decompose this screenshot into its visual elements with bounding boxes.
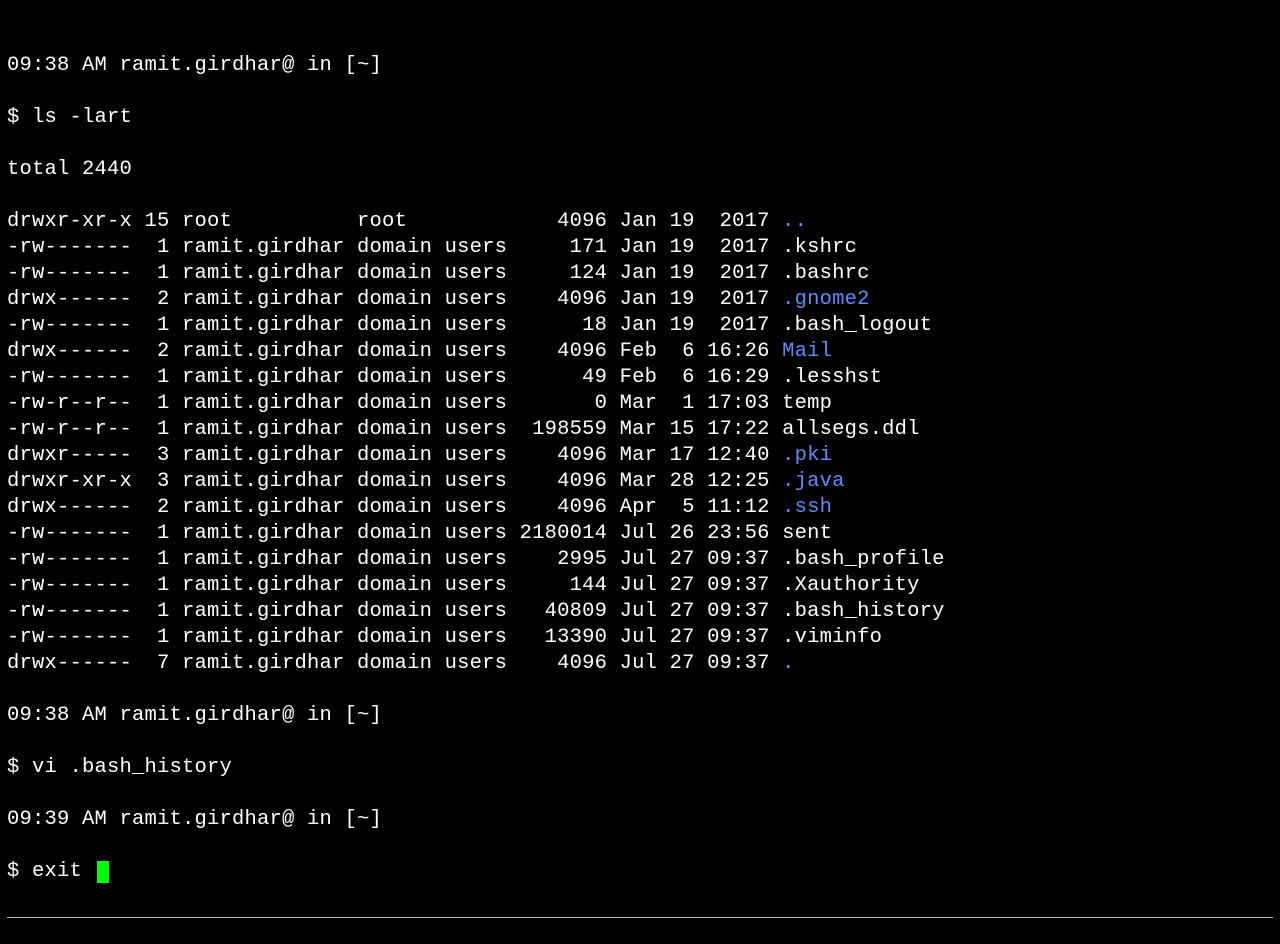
file-row: drwxr-xr-x 3 ramit.girdhar domain users … bbox=[7, 469, 1273, 495]
cursor bbox=[97, 861, 109, 883]
file-row: -rw------- 1 ramit.girdhar domain users … bbox=[7, 235, 1273, 261]
directory-name: .pki bbox=[782, 444, 832, 467]
file-name: .Xauthority bbox=[782, 574, 920, 597]
file-row: -rw------- 1 ramit.girdhar domain users … bbox=[7, 573, 1273, 599]
file-name: .lesshst bbox=[782, 366, 882, 389]
directory-name: .ssh bbox=[782, 496, 832, 519]
file-name: .kshrc bbox=[782, 236, 857, 259]
file-row: -rw------- 1 ramit.girdhar domain users … bbox=[7, 261, 1273, 287]
file-name: .bash_profile bbox=[782, 548, 945, 571]
file-listing: drwxr-xr-x 15 root root 4096 Jan 19 2017… bbox=[7, 209, 1273, 677]
file-row: drwx------ 7 ramit.girdhar domain users … bbox=[7, 651, 1273, 677]
file-row: -rw------- 1 ramit.girdhar domain users … bbox=[7, 625, 1273, 651]
divider bbox=[7, 917, 1273, 918]
file-row: -rw------- 1 ramit.girdhar domain users … bbox=[7, 313, 1273, 339]
file-name: .bash_logout bbox=[782, 314, 932, 337]
command-line: $ exit bbox=[7, 859, 1273, 885]
file-row: -rw-r--r-- 1 ramit.girdhar domain users … bbox=[7, 417, 1273, 443]
file-name: temp bbox=[782, 392, 832, 415]
command-line: $ vi .bash_history bbox=[7, 755, 1273, 781]
file-row: drwx------ 2 ramit.girdhar domain users … bbox=[7, 287, 1273, 313]
file-row: -rw------- 1 ramit.girdhar domain users … bbox=[7, 365, 1273, 391]
file-row: -rw------- 1 ramit.girdhar domain users … bbox=[7, 521, 1273, 547]
directory-name: . bbox=[782, 652, 795, 675]
file-row: drwxr----- 3 ramit.girdhar domain users … bbox=[7, 443, 1273, 469]
prompt-line: 09:39 AM ramit.girdhar@ in [~] bbox=[7, 807, 1273, 833]
file-name: .bashrc bbox=[782, 262, 870, 285]
file-name: sent bbox=[782, 522, 832, 545]
command-line: $ ls -lart bbox=[7, 105, 1273, 131]
file-row: drwxr-xr-x 15 root root 4096 Jan 19 2017… bbox=[7, 209, 1273, 235]
file-row: drwx------ 2 ramit.girdhar domain users … bbox=[7, 495, 1273, 521]
file-name: .bash_history bbox=[782, 600, 945, 623]
prompt-line: 09:38 AM ramit.girdhar@ in [~] bbox=[7, 703, 1273, 729]
directory-name: Mail bbox=[782, 340, 832, 363]
file-name: .viminfo bbox=[782, 626, 882, 649]
file-name: allsegs.ddl bbox=[782, 418, 920, 441]
prompt-line: 09:38 AM ramit.girdhar@ in [~] bbox=[7, 53, 1273, 79]
terminal[interactable]: 09:38 AM ramit.girdhar@ in [~] $ ls -lar… bbox=[0, 0, 1280, 944]
directory-name: .. bbox=[782, 210, 807, 233]
total-line: total 2440 bbox=[7, 157, 1273, 183]
file-row: -rw------- 1 ramit.girdhar domain users … bbox=[7, 599, 1273, 625]
directory-name: .java bbox=[782, 470, 845, 493]
file-row: -rw-r--r-- 1 ramit.girdhar domain users … bbox=[7, 391, 1273, 417]
file-row: drwx------ 2 ramit.girdhar domain users … bbox=[7, 339, 1273, 365]
directory-name: .gnome2 bbox=[782, 288, 870, 311]
file-row: -rw------- 1 ramit.girdhar domain users … bbox=[7, 547, 1273, 573]
